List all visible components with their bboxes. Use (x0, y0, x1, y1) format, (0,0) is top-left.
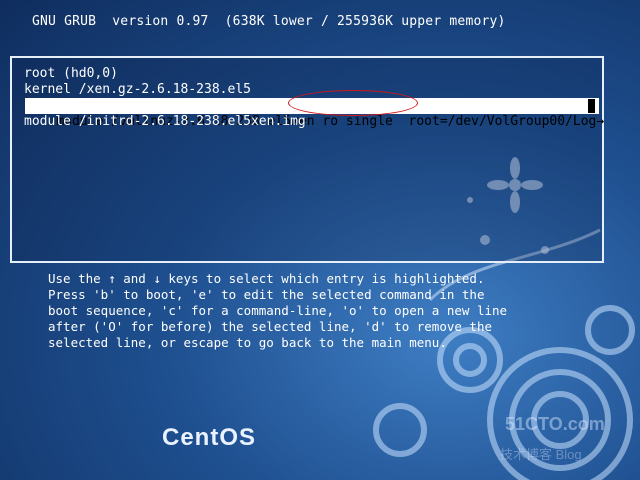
help-line: after ('O' for before) the selected line… (48, 319, 493, 334)
centos-logo: CentOS (162, 424, 257, 451)
site-watermark-subtext: 技术博客 Blog (500, 447, 582, 462)
help-line: boot sequence, 'c' for a command-line, '… (48, 303, 508, 318)
help-line: selected line, or escape to go back to t… (48, 335, 447, 350)
boot-entry-kernel[interactable]: kernel /xen.gz-2.6.18-238.el5 (24, 82, 251, 98)
text-cursor (588, 99, 595, 113)
boot-entry-module-initrd[interactable]: module /initrd-2.6.18-238.el5xen.img (24, 114, 306, 130)
help-line: Press 'b' to boot, 'e' to edit the selec… (48, 287, 485, 302)
annotation-red-oval (288, 90, 418, 116)
help-instructions: Use the ↑ and ↓ keys to select which ent… (48, 271, 568, 351)
grub-version-header: GNU GRUB version 0.97 (638K lower / 2559… (32, 14, 506, 29)
boot-entry-root[interactable]: root (hd0,0) (24, 66, 118, 82)
site-watermark: 51CTO.com (505, 414, 605, 434)
boot-entry-list[interactable]: root (hd0,0) kernel /xen.gz-2.6.18-238.e… (10, 56, 604, 263)
help-line: Use the ↑ and ↓ keys to select which ent… (48, 271, 485, 286)
